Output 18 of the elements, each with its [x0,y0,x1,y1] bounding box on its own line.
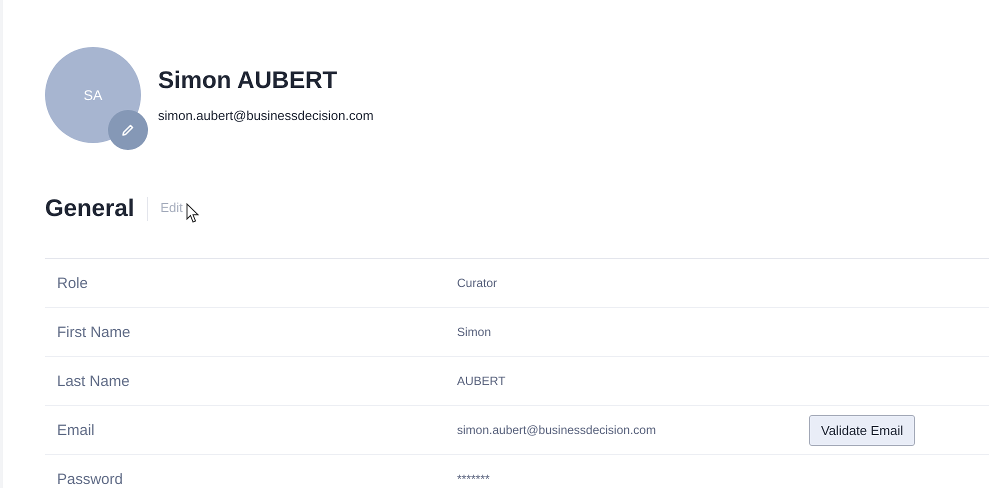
field-label: Last Name [56,372,131,390]
field-label: Email [56,422,96,438]
pencil-icon [121,123,135,137]
section-title: General [45,195,134,223]
avatar-initials: SA [84,87,102,103]
field-label: Password [56,470,124,488]
mouse-cursor-icon [186,203,200,224]
field-label: Role [56,274,89,292]
field-value: Simon [457,325,492,339]
validate-email-button[interactable]: Validate Email [809,414,916,446]
user-email: simon.aubert@businessdecision.com [158,108,374,123]
user-name: Simon AUBERT [158,67,338,95]
field-label: First Name [56,324,132,340]
field-value: simon.aubert@businessdecision.com [457,423,657,437]
field-value: Curator [457,276,498,290]
edit-avatar-button[interactable] [108,110,148,150]
field-value: ******* [457,472,491,486]
field-value: AUBERT [457,374,506,388]
